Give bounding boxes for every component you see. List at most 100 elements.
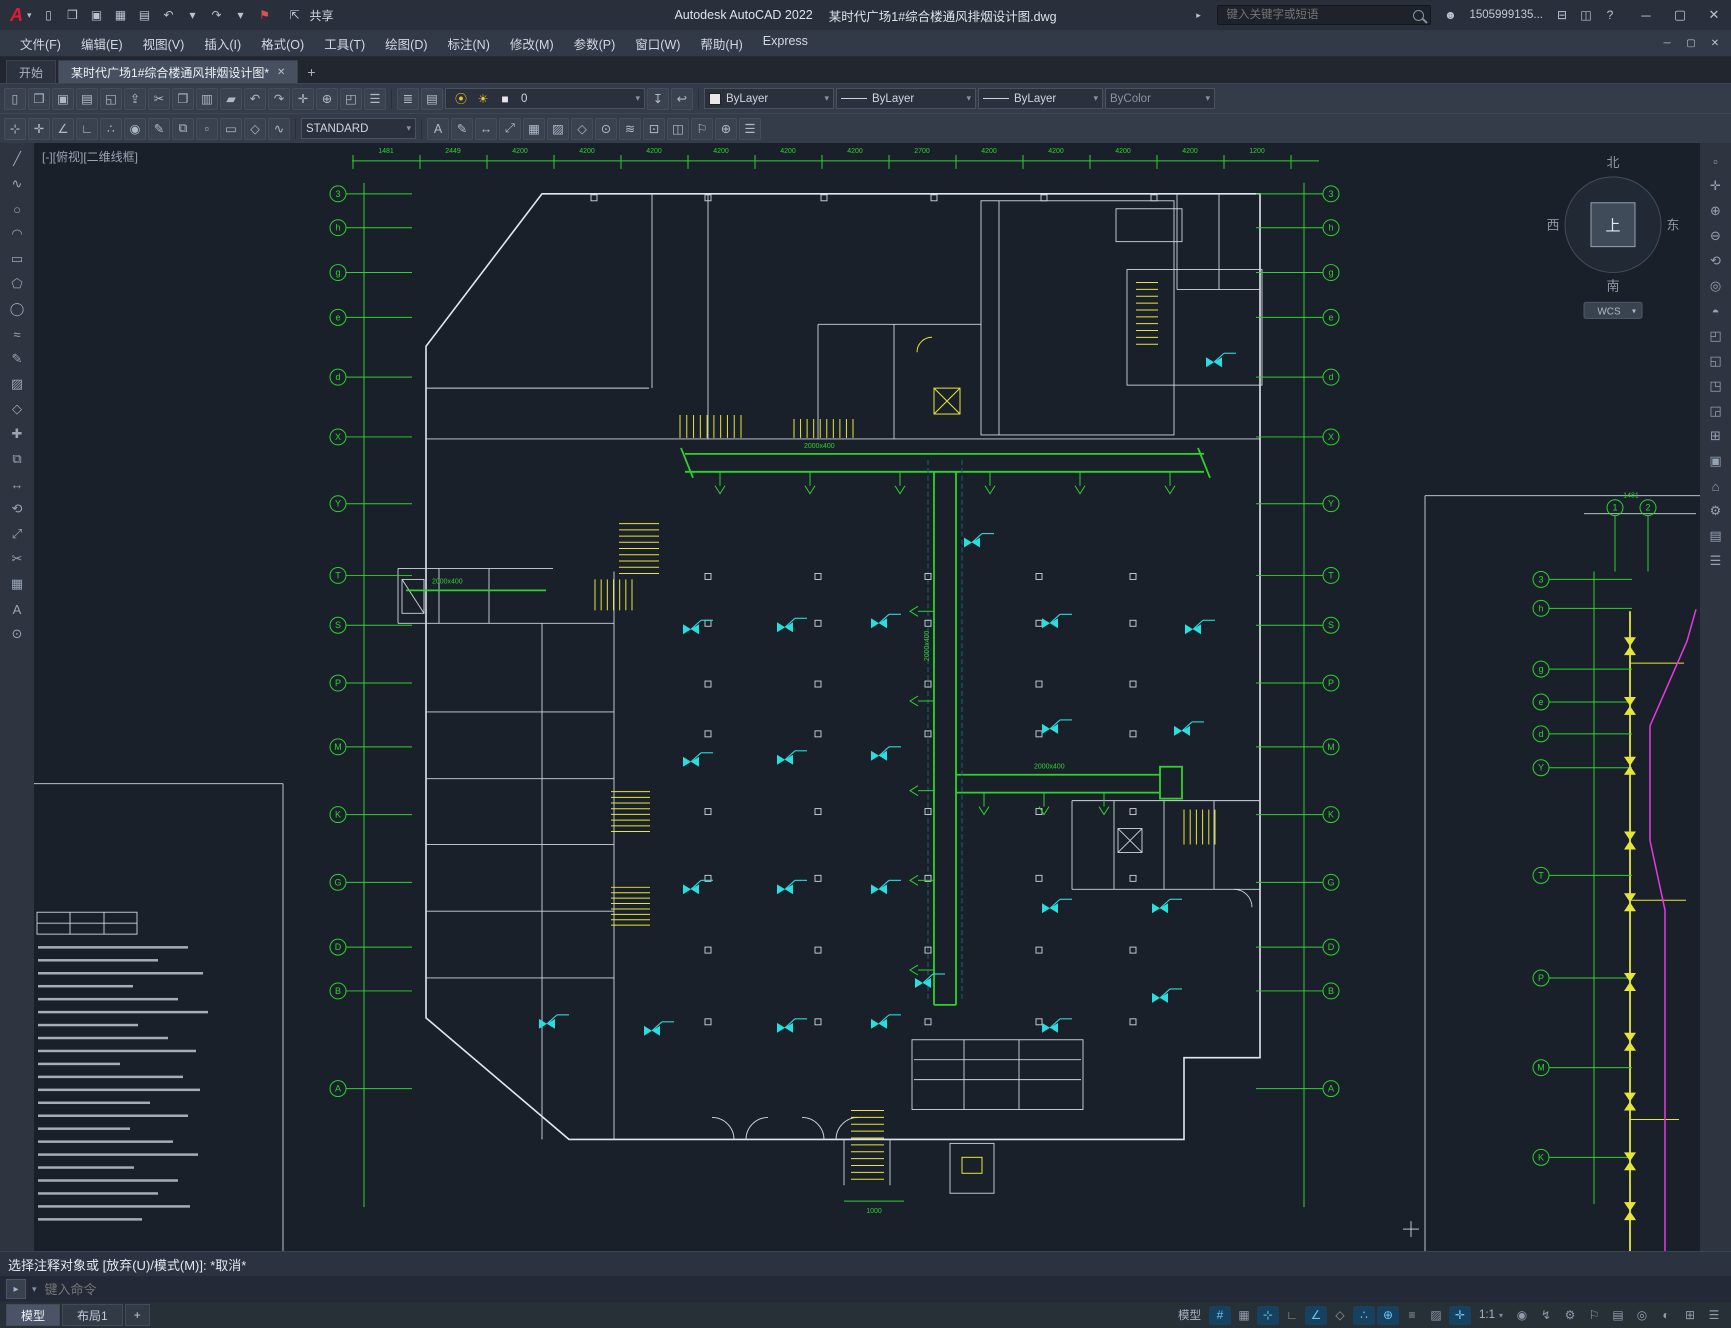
copy-icon[interactable]: ❐: [172, 87, 194, 110]
doc-close-icon[interactable]: ✕: [1703, 33, 1727, 53]
hardware-accel-icon[interactable]: ◐: [1655, 1306, 1677, 1325]
viewport-icon[interactable]: ⊞: [1705, 426, 1727, 446]
sheet-icon[interactable]: ▤: [1705, 526, 1727, 546]
zoom-out-icon[interactable]: ⊖: [1705, 226, 1727, 246]
tab-drawing[interactable]: 某时代广场1#综合楼通风排烟设计图* ✕: [58, 60, 299, 83]
pan-icon[interactable]: ✛: [292, 87, 314, 110]
tab-start[interactable]: 开始: [6, 60, 57, 83]
wcs-chip[interactable]: WCS ▾: [1583, 301, 1643, 319]
text-style-caret-icon[interactable]: ▾: [406, 123, 411, 134]
menu-item[interactable]: 插入(I): [194, 34, 251, 53]
plot-preview-icon[interactable]: ◱: [100, 87, 122, 110]
grid-icon[interactable]: #: [1208, 1305, 1231, 1325]
redo-caret-icon[interactable]: ▾: [230, 4, 252, 26]
point-style-icon[interactable]: ⊙: [595, 117, 617, 140]
floor-plan[interactable]: 北 南 西 东 上 WCS ▾ 3 h g e d X Y T S P M K G D B A 3 h g e d X Y T…: [34, 143, 1700, 1251]
save-icon[interactable]: ▣: [52, 87, 74, 110]
hatch-icon[interactable]: ▨: [547, 117, 569, 140]
layer-color-swatch[interactable]: ■: [494, 88, 516, 110]
plot-icon[interactable]: ▤: [134, 4, 156, 26]
orbit-icon[interactable]: ⟲: [1705, 251, 1727, 271]
color-combo-caret-icon[interactable]: ▾: [824, 93, 829, 104]
annotation-scale-button[interactable]: 1:1 ▾: [1473, 1306, 1509, 1325]
search-expand-icon[interactable]: ▸: [1187, 4, 1209, 26]
otrack-icon[interactable]: ∴: [1352, 1305, 1375, 1325]
linetype-combo[interactable]: ByLayer ▾: [836, 88, 976, 109]
table-icon[interactable]: ▦: [523, 117, 545, 140]
new-tab-button[interactable]: +: [300, 61, 322, 83]
osnap-icon[interactable]: ⊕: [1376, 1305, 1399, 1325]
plot-icon[interactable]: ▤: [76, 87, 98, 110]
menu-item[interactable]: 文件(F): [10, 34, 71, 53]
layout1-tab[interactable]: 布局1: [62, 1304, 123, 1326]
show-motion-icon[interactable]: ◓: [1705, 301, 1727, 321]
trim-icon[interactable]: ✂: [5, 548, 29, 570]
settings-icon[interactable]: ⚙: [1705, 501, 1727, 521]
home-view-icon[interactable]: ⌂: [1705, 476, 1727, 496]
paste-icon[interactable]: ▥: [196, 87, 218, 110]
edit-icon[interactable]: ✎: [148, 117, 170, 140]
menu-item[interactable]: 绘图(D): [375, 34, 437, 53]
table-icon[interactable]: ▦: [5, 573, 29, 595]
layer-states-icon[interactable]: ▤: [421, 87, 443, 110]
account-name[interactable]: 1505999135...: [1469, 9, 1543, 21]
hatch-icon[interactable]: ▨: [5, 373, 29, 395]
rectangle-icon[interactable]: ▭: [220, 117, 242, 140]
new-icon[interactable]: ▯: [38, 4, 60, 26]
point-icon[interactable]: ⊙: [5, 623, 29, 645]
doc-minimize-icon[interactable]: ─: [1655, 33, 1679, 53]
drawing-canvas[interactable]: [-][俯视][二维线框] 北 南 西 东 上 WCS ▾ 3 h g e d …: [34, 143, 1700, 1251]
open-icon[interactable]: ❒: [28, 87, 50, 110]
layer-properties-icon[interactable]: ≣: [397, 87, 419, 110]
make-object-layer-current-icon[interactable]: ↧: [647, 87, 669, 110]
lineweight-combo-caret-icon[interactable]: ▾: [1093, 93, 1098, 104]
doc-restore-icon[interactable]: ▢: [1679, 33, 1703, 53]
menu-icon[interactable]: ☰: [739, 117, 761, 140]
block-icon[interactable]: ◇: [244, 117, 266, 140]
isolate-objects-icon[interactable]: ◎: [1631, 1306, 1653, 1325]
menu-item[interactable]: 格式(O): [251, 34, 314, 53]
save-icon[interactable]: ▣: [86, 4, 108, 26]
move-icon[interactable]: ✚: [5, 423, 29, 445]
window-close-icon[interactable]: ✕: [1697, 0, 1731, 30]
dimension-icon[interactable]: ↔: [5, 473, 29, 495]
copy-icon[interactable]: ⧉: [5, 448, 29, 470]
layer-combo-caret-icon[interactable]: ▾: [635, 93, 640, 104]
infer-icon[interactable]: ⊹: [1256, 1305, 1279, 1325]
rotate-icon[interactable]: ⟲: [5, 498, 29, 520]
units-icon[interactable]: ⊡: [643, 117, 665, 140]
region-icon[interactable]: ▫: [196, 117, 218, 140]
ortho-icon[interactable]: ∟: [1281, 1306, 1303, 1325]
text-style-combo[interactable]: STANDARD ▾: [301, 118, 416, 139]
plotstyle-combo[interactable]: ByColor ▾: [1105, 88, 1215, 109]
annotation-icon[interactable]: ◉: [124, 117, 146, 140]
fullscreen-icon[interactable]: ▫: [1705, 151, 1727, 171]
view-side-icon[interactable]: ◳: [1705, 376, 1727, 396]
leader-icon[interactable]: ⤢: [499, 117, 521, 140]
tab-close-icon[interactable]: ✕: [277, 67, 285, 78]
polygon-icon[interactable]: ⬠: [5, 273, 29, 295]
lineweight-combo[interactable]: ByLayer ▾: [978, 88, 1103, 109]
publish-icon[interactable]: ⇪: [124, 87, 146, 110]
zoom-realtime-icon[interactable]: ⊕: [316, 87, 338, 110]
polar-icon[interactable]: ∠: [1304, 1305, 1327, 1325]
linetype-combo-caret-icon[interactable]: ▾: [966, 93, 971, 104]
isodraft-icon[interactable]: ◇: [1329, 1306, 1351, 1325]
infer-icon[interactable]: ✛: [28, 117, 50, 140]
steering-wheel-icon[interactable]: ◎: [1705, 276, 1727, 296]
customize-qat-icon[interactable]: ⚑: [254, 4, 276, 26]
polar-icon[interactable]: ∠: [52, 117, 74, 140]
properties-icon[interactable]: ☰: [364, 87, 386, 110]
annotation-monitor-icon[interactable]: ⚐: [1583, 1306, 1605, 1325]
view-top-icon[interactable]: ◰: [1705, 326, 1727, 346]
menu-item[interactable]: 参数(P): [564, 34, 626, 53]
edit-text-icon[interactable]: ✎: [451, 117, 473, 140]
text-icon[interactable]: ✎: [5, 348, 29, 370]
menu-item[interactable]: 编辑(E): [71, 34, 133, 53]
dimension-icon[interactable]: ↔: [475, 117, 497, 140]
quick-properties-icon[interactable]: ▤: [1607, 1306, 1629, 1325]
layer-previous-icon[interactable]: ↩: [671, 87, 693, 110]
undo-icon[interactable]: ↶: [158, 4, 180, 26]
help-icon[interactable]: ?: [1599, 4, 1621, 26]
dynamic-input-icon[interactable]: ✛: [1448, 1305, 1471, 1325]
